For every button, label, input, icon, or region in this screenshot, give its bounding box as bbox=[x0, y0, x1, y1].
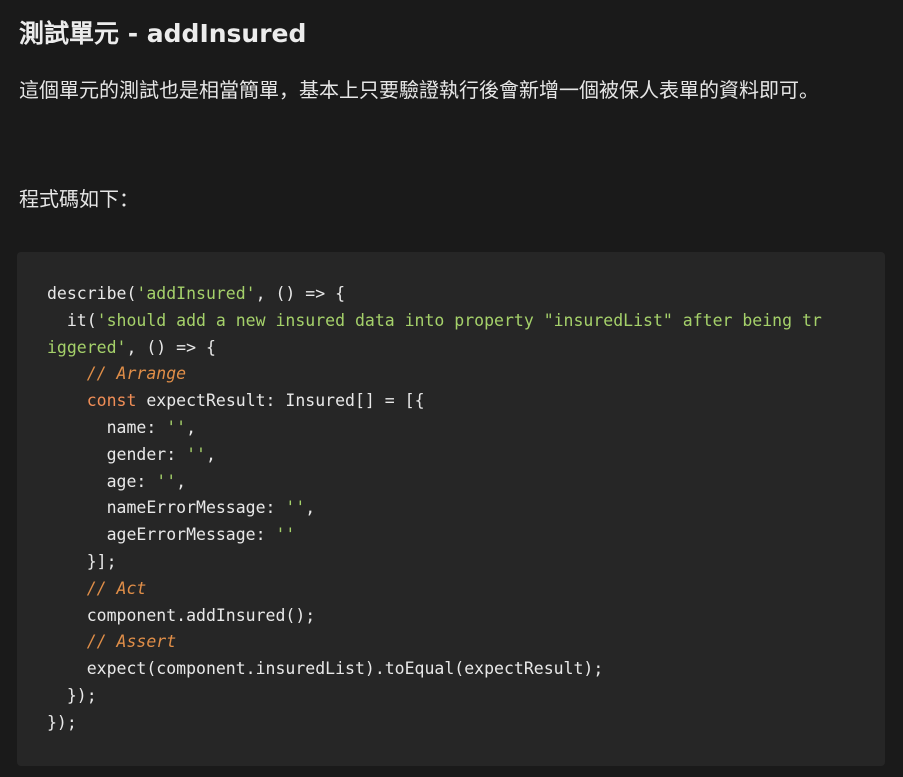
code-text: , bbox=[186, 417, 197, 437]
code-string: '' bbox=[186, 444, 206, 464]
code-line: expect(component.insuredList).toEqual(ex… bbox=[47, 656, 885, 683]
code-text: , bbox=[205, 444, 216, 464]
code-text: expect(component.insuredList).toEqual(ex… bbox=[47, 659, 604, 679]
code-line: nameErrorMessage: '', bbox=[47, 495, 885, 522]
code-string: '' bbox=[166, 417, 187, 437]
code-string: 'should add a new insured data into prop… bbox=[96, 310, 822, 330]
code-line: describe('addInsured', () => { bbox=[47, 281, 885, 308]
code-text: expectResult: Insured[] = [{ bbox=[136, 391, 425, 411]
code-line: }); bbox=[47, 710, 885, 737]
section-heading: 測試單元 - addInsured bbox=[19, 19, 307, 48]
intro-paragraph: 這個單元的測試也是相當簡單，基本上只要驗證執行後會新增一個被保人表單的資料即可。 bbox=[19, 78, 819, 102]
code-line: it('should add a new insured data into p… bbox=[47, 308, 885, 335]
code-line: iggered', () => { bbox=[47, 335, 885, 362]
code-text: ageErrorMessage: bbox=[47, 525, 276, 545]
code-text: component.addInsured(); bbox=[47, 605, 316, 625]
code-text: , () => { bbox=[126, 337, 216, 357]
code-line: gender: '', bbox=[47, 442, 885, 469]
code-text: age: bbox=[47, 471, 157, 491]
code-text: , () => { bbox=[255, 284, 346, 303]
code-text: name: bbox=[47, 417, 167, 437]
code-text: }]; bbox=[47, 551, 117, 571]
code-string: 'addInsured' bbox=[136, 284, 256, 303]
code-text: }); bbox=[47, 685, 97, 705]
code-line: ageErrorMessage: '' bbox=[47, 522, 885, 549]
code-text: nameErrorMessage: bbox=[47, 498, 286, 518]
code-comment: // Assert bbox=[86, 632, 177, 652]
code-string: '' bbox=[285, 498, 306, 518]
code-line: age: '', bbox=[47, 469, 885, 496]
code-string: '' bbox=[156, 471, 177, 491]
code-comment: // Act bbox=[86, 578, 147, 598]
code-text: }); bbox=[47, 712, 77, 732]
code-intro-paragraph: 程式碼如下： bbox=[19, 187, 139, 211]
code-text: , bbox=[176, 471, 187, 491]
code-line: const expectResult: Insured[] = [{ bbox=[47, 388, 885, 415]
code-line: // Assert bbox=[47, 629, 885, 656]
code-text: it( bbox=[47, 310, 97, 330]
code-line: name: '', bbox=[47, 415, 885, 442]
code-comment: // Arrange bbox=[86, 364, 187, 384]
code-string: '' bbox=[275, 525, 296, 545]
code-line: component.addInsured(); bbox=[47, 603, 885, 630]
code-listing: describe('addInsured', () => { it('shoul… bbox=[47, 281, 885, 737]
code-string: iggered' bbox=[47, 337, 127, 357]
code-line: // Arrange bbox=[47, 361, 885, 388]
code-text: gender: bbox=[47, 444, 187, 464]
code-line: }]; bbox=[47, 549, 885, 576]
code-block: describe('addInsured', () => { it('shoul… bbox=[17, 252, 885, 766]
code-text: , bbox=[305, 498, 316, 518]
code-line: // Act bbox=[47, 576, 885, 603]
code-keyword: const bbox=[86, 391, 137, 411]
code-line: }); bbox=[47, 683, 885, 710]
code-text: describe( bbox=[47, 284, 137, 303]
